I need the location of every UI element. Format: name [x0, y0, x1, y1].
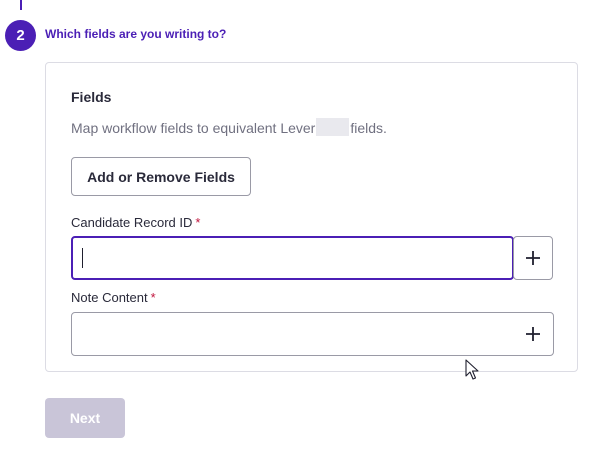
add-or-remove-fields-button[interactable]: Add or Remove Fields [71, 157, 251, 196]
note-content-label-text: Note Content [71, 290, 148, 305]
note-content-input[interactable] [71, 312, 554, 356]
step-title: Which fields are you writing to? [45, 27, 227, 41]
note-content-label: Note Content * [71, 290, 156, 305]
note-content-add-button[interactable] [521, 322, 545, 346]
plus-icon [526, 251, 540, 265]
fields-description: Map workflow fields to equivalent Lever f… [71, 118, 387, 136]
step-timeline-connector [20, 0, 22, 10]
candidate-record-id-input[interactable] [71, 236, 514, 280]
plus-icon [526, 327, 540, 341]
next-button[interactable]: Next [45, 398, 125, 438]
required-marker: * [195, 215, 201, 230]
candidate-record-id-label-text: Candidate Record ID [71, 215, 193, 230]
text-caret [82, 248, 83, 268]
candidate-record-id-add-button[interactable] [513, 236, 553, 280]
workflow-step-page: 2 Which fields are you writing to? Field… [0, 0, 597, 473]
required-marker: * [150, 290, 156, 305]
fields-description-suffix: fields. [350, 120, 387, 136]
step-number-badge: 2 [5, 20, 36, 51]
redacted-text-block [316, 118, 350, 136]
fields-description-prefix: Map workflow fields to equivalent Lever [71, 120, 316, 136]
candidate-record-id-label: Candidate Record ID * [71, 215, 200, 230]
arrow-cursor-icon [465, 359, 479, 380]
fields-card: Fields Map workflow fields to equivalent… [45, 62, 578, 372]
fields-heading: Fields [71, 89, 112, 105]
